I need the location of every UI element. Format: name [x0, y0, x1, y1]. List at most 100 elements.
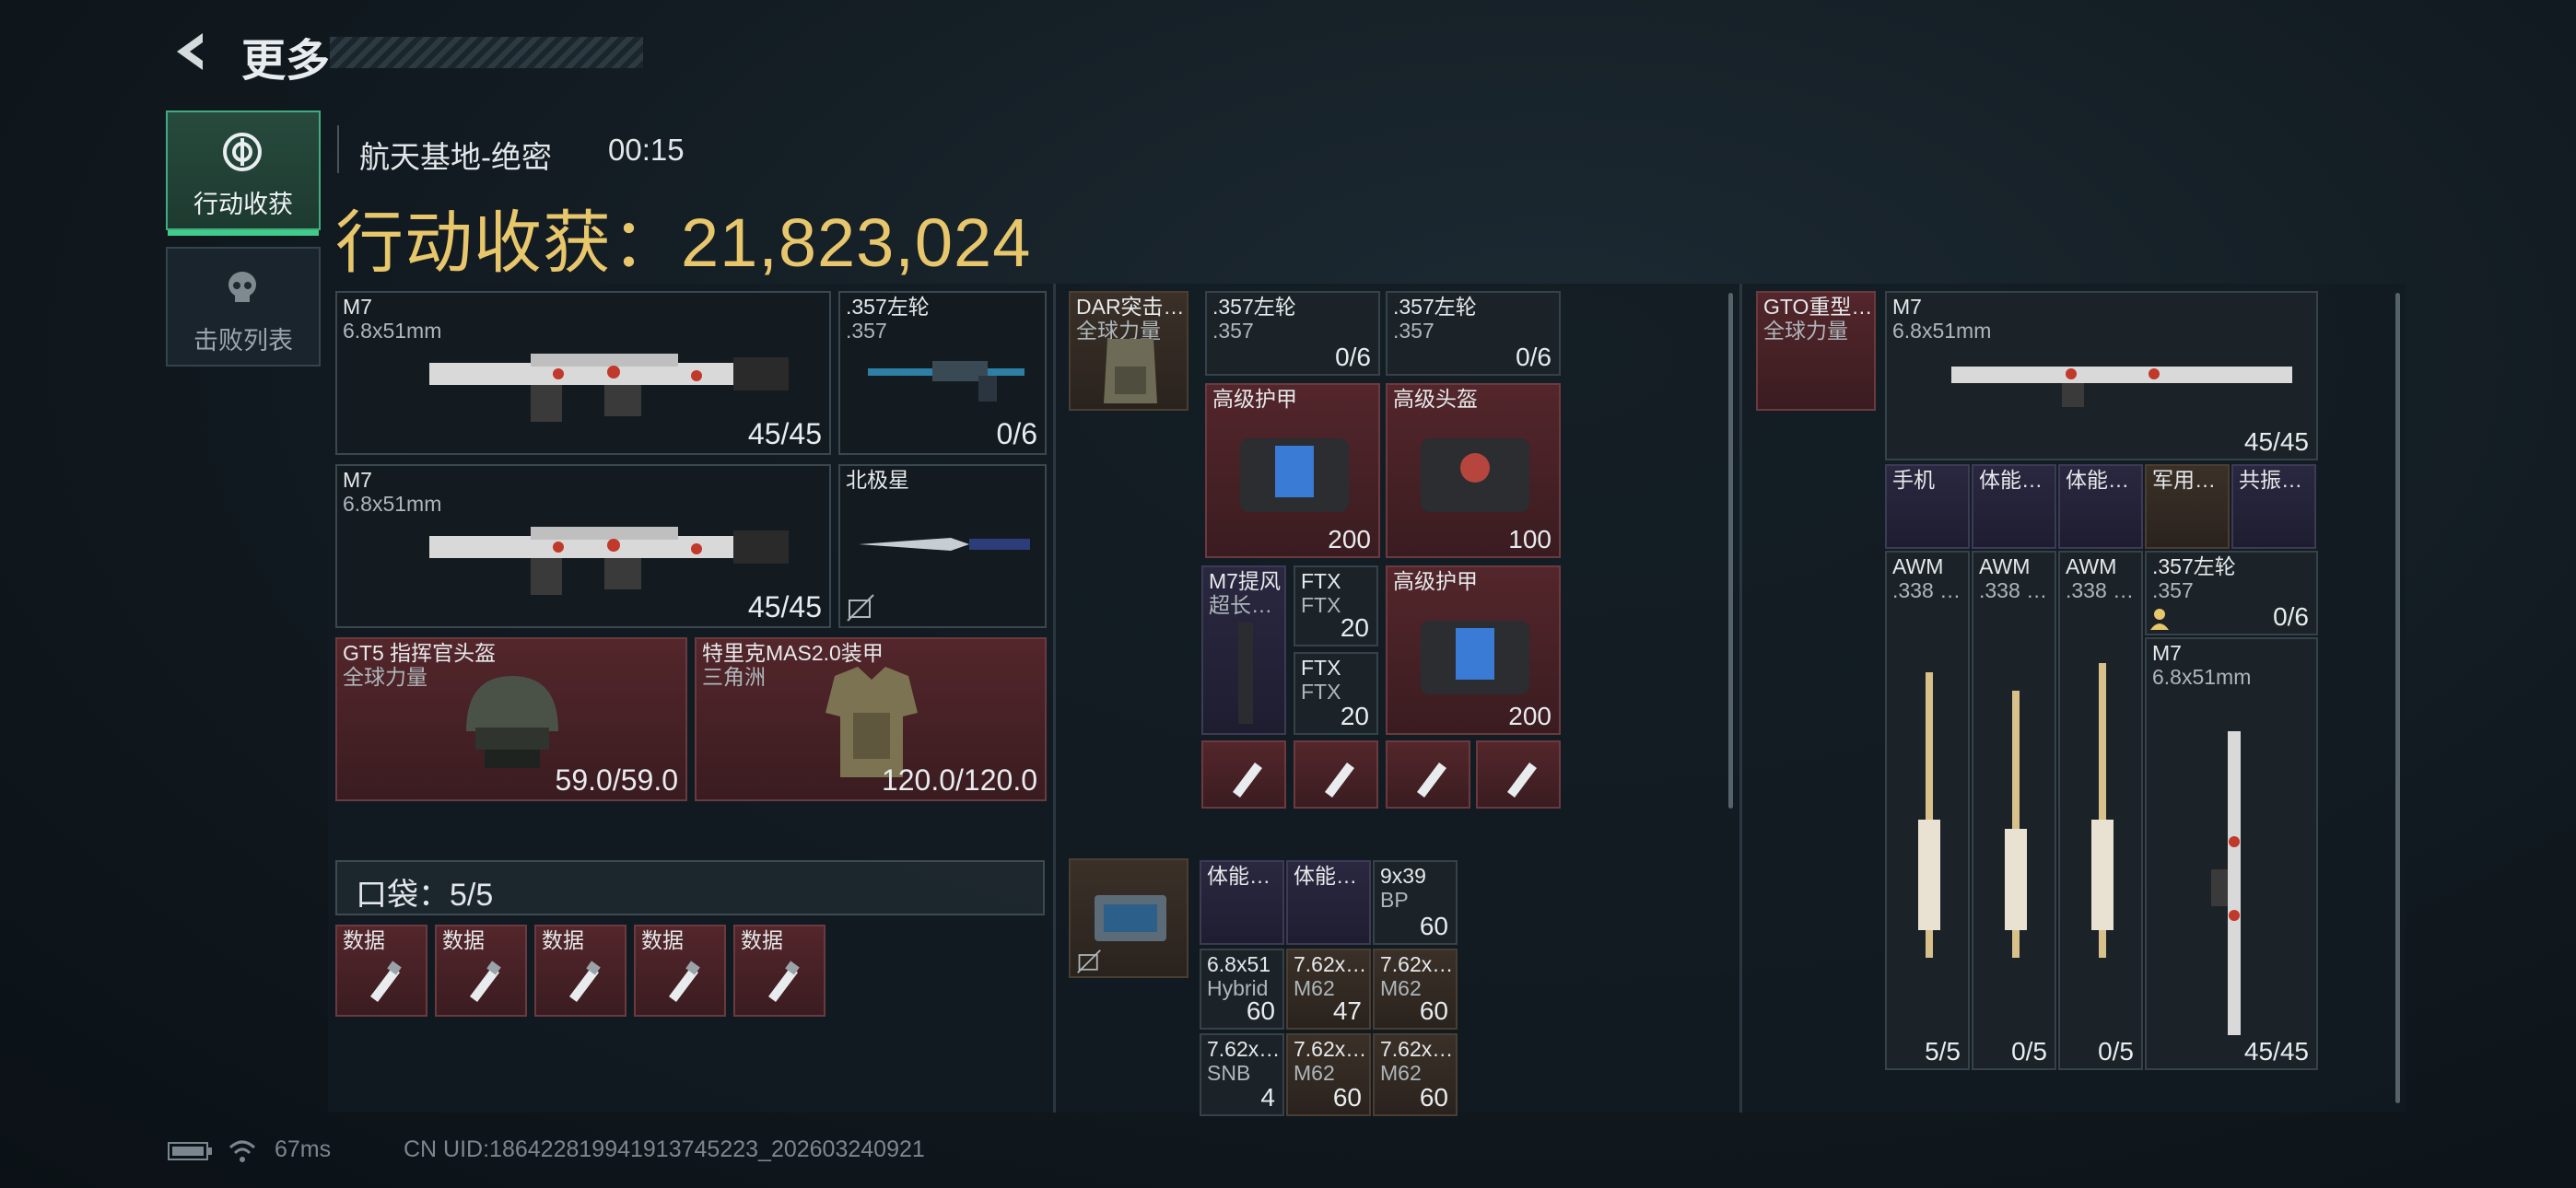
item-name: 军用… — [2152, 468, 2216, 492]
usb-drive-icon — [1507, 763, 1537, 798]
rig-item-revolver[interactable]: .357左轮 .357 0/6 — [1205, 291, 1380, 376]
tab-kill-list[interactable]: 击败列表 — [166, 247, 321, 367]
sniper-rifle-icon — [1918, 672, 1940, 958]
item-sub: 全球力量 — [343, 665, 427, 689]
armor-case-icon — [1421, 621, 1529, 694]
ammo-count: 45/45 — [747, 417, 822, 450]
item-name: GTO重型… — [1763, 295, 1873, 319]
safe-item-awm[interactable]: AWM .338 … 0/5 — [2058, 551, 2143, 1070]
item-name: 共振… — [2239, 468, 2302, 492]
backpack-slot[interactable] — [1069, 858, 1188, 978]
rig-empty-data[interactable] — [1386, 740, 1470, 809]
safe-item-m7[interactable]: M7 6.8x51mm 45/45 — [1885, 291, 2318, 460]
safe-item-awm[interactable]: AWM .338 … 5/5 — [1885, 551, 1970, 1070]
item-name: 9x39 — [1380, 864, 1426, 888]
item-name: M7 — [343, 295, 372, 319]
item-name: 数据 — [641, 928, 684, 952]
safe-item-revolver[interactable]: .357左轮 .357 0/6 — [2145, 551, 2318, 635]
item-name: AWM — [1979, 554, 2031, 578]
sidearm-slot[interactable]: .357左轮 .357 0/6 — [838, 291, 1047, 455]
usb-drive-icon — [1233, 763, 1262, 798]
sniper-rifle-icon — [2091, 663, 2113, 958]
item-name: 体能… — [2066, 468, 2129, 492]
item-name: DAR突击… — [1076, 295, 1185, 319]
backpack-item[interactable]: 9x39 BP 60 — [1373, 860, 1458, 945]
pocket-item[interactable]: 数据 — [634, 925, 726, 1017]
item-sub: SNB — [1207, 1061, 1251, 1085]
loot-value: 行动收获：21,823,024 — [335, 204, 1032, 281]
helmet-slot[interactable]: GT5 指挥官头盔 全球力量 59.0/59.0 — [335, 637, 687, 801]
pocket-item[interactable]: 数据 — [534, 925, 626, 1017]
safe-item-small[interactable]: 手机 — [1885, 464, 1970, 549]
ammo-count: 45/45 — [2243, 1037, 2309, 1066]
rig-item-helmet[interactable]: 高级头盔 100 — [1386, 383, 1561, 558]
rig-item-muzzle[interactable]: M7提风 超长… — [1201, 565, 1286, 735]
backpack-item[interactable]: 7.62x… SNB 4 — [1200, 1033, 1284, 1116]
item-ammo: 6.8x51mm — [2152, 665, 2252, 689]
usb-drive-icon — [669, 961, 700, 1002]
safe-item-m7-vertical[interactable]: M7 6.8x51mm 45/45 — [2145, 637, 2318, 1070]
safe-item-small[interactable]: 体能… — [2058, 464, 2143, 549]
item-name: 6.8x51 — [1207, 952, 1271, 976]
backpack-item[interactable]: 体能… — [1286, 860, 1371, 945]
primary-weapon-slot-2[interactable]: M7 6.8x51mm 45/45 — [335, 464, 831, 628]
safe-item-awm[interactable]: AWM .338 … 0/5 — [1972, 551, 2056, 1070]
item-name: 数据 — [343, 928, 385, 952]
divider — [1739, 284, 1742, 1112]
item-name: 数据 — [542, 928, 584, 952]
backpack-item[interactable]: 7.62x… M62 60 — [1286, 1033, 1371, 1116]
tab-label: 击败列表 — [193, 327, 293, 355]
item-name: 高级护甲 — [1212, 387, 1297, 411]
rig-item-armor[interactable]: 高级护甲 200 — [1205, 383, 1380, 558]
wifi-icon — [228, 1140, 256, 1162]
item-name: 7.62x… — [1294, 952, 1367, 976]
rig-empty-data[interactable] — [1294, 740, 1378, 809]
pocket-item[interactable]: 数据 — [435, 925, 527, 1017]
backpack-item[interactable]: 7.62x… M62 60 — [1373, 1033, 1458, 1116]
item-name: M7 — [2152, 641, 2182, 665]
rig-empty-data[interactable] — [1476, 740, 1561, 809]
item-count: 60 — [1332, 1083, 1362, 1112]
active-tab-indicator — [168, 230, 319, 236]
rig-item-ftx[interactable]: FTX FTX 20 — [1294, 565, 1378, 646]
item-name: .357左轮 — [846, 295, 930, 319]
item-name: 数据 — [741, 928, 783, 952]
primary-weapon-slot[interactable]: M7 6.8x51mm 45/45 — [335, 291, 831, 455]
skull-icon — [228, 272, 256, 302]
item-name: 高级护甲 — [1393, 569, 1478, 593]
safe-item-small[interactable]: 军用… — [2145, 464, 2230, 549]
safe-item-small[interactable]: 共振… — [2231, 464, 2316, 549]
map-name: 航天基地-绝密 — [359, 140, 552, 174]
safe-rig-slot[interactable]: GTO重型… 全球力量 — [1756, 291, 1876, 411]
item-count: 60 — [1419, 912, 1448, 940]
backpack-item[interactable]: 7.62x… M62 47 — [1286, 949, 1371, 1030]
no-insure-icon — [1077, 949, 1101, 973]
rig-empty-data[interactable] — [1201, 740, 1286, 809]
rig-item-armor[interactable]: 高级护甲 200 — [1386, 565, 1561, 735]
item-name: 高级头盔 — [1393, 387, 1478, 411]
safe-item-small[interactable]: 体能… — [1972, 464, 2056, 549]
item-count: 60 — [1419, 996, 1448, 1025]
chest-scrollbar[interactable] — [1728, 293, 1733, 809]
melee-slot[interactable]: 北极星 — [838, 464, 1047, 628]
item-name: .357左轮 — [2152, 554, 2236, 578]
item-ammo: .357 — [1212, 319, 1254, 343]
pocket-item[interactable]: 数据 — [335, 925, 427, 1017]
pocket-label: 口袋：5/5 — [356, 878, 494, 913]
rig-item-ftx[interactable]: FTX FTX 20 — [1294, 652, 1378, 735]
rig-item-revolver[interactable]: .357左轮 .357 0/6 — [1386, 291, 1561, 376]
item-count: 20 — [1340, 613, 1369, 642]
pocket-item[interactable]: 数据 — [733, 925, 825, 1017]
backpack-item[interactable]: 6.8x51 Hybrid 60 — [1200, 949, 1284, 1030]
item-count: 20 — [1340, 702, 1369, 730]
item-sub: FTX — [1301, 680, 1341, 704]
safe-scrollbar[interactable] — [2395, 293, 2400, 1103]
backpack-item[interactable]: 体能… — [1200, 860, 1284, 945]
chest-rig-slot[interactable]: DAR突击… 全球力量 — [1069, 291, 1188, 411]
back-arrow-icon[interactable] — [166, 28, 214, 76]
backpack-item[interactable]: 7.62x… M62 60 — [1373, 949, 1458, 1030]
item-name: 7.62x… — [1380, 1037, 1454, 1061]
tab-label: 行动收获 — [193, 191, 293, 218]
armor-slot[interactable]: 特里克MAS2.0装甲 三角洲 120.0/120.0 — [695, 637, 1047, 801]
tab-action-loot[interactable]: 行动收获 — [166, 111, 321, 236]
